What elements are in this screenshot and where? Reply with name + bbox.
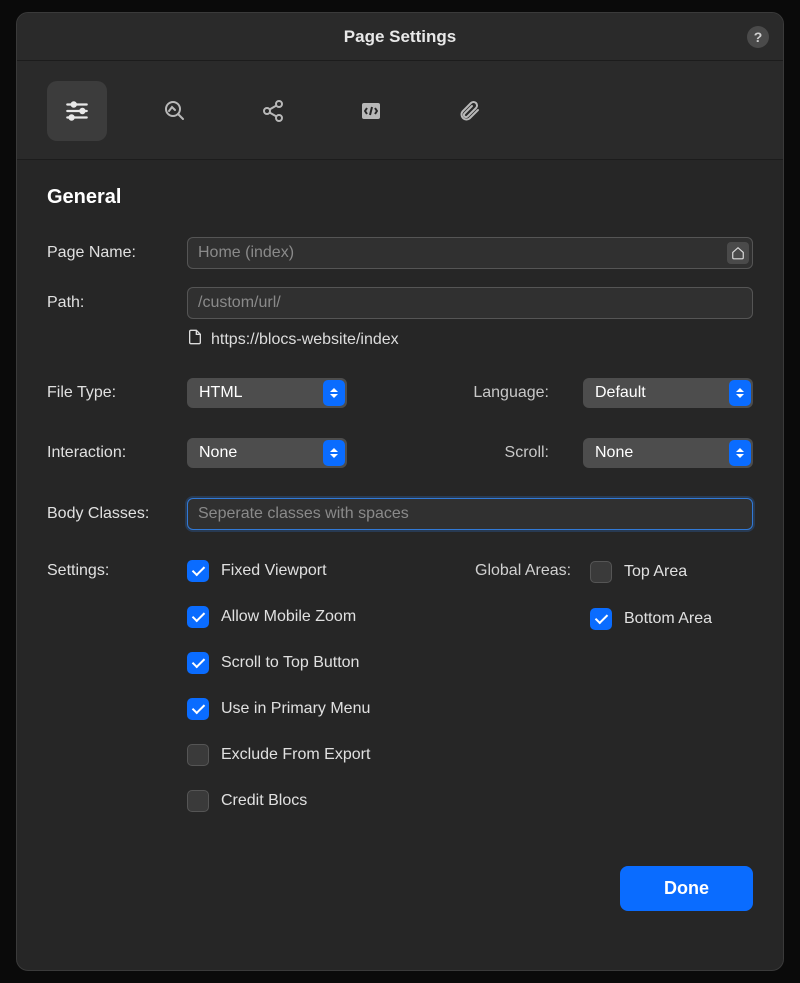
- content: General Page Name: Path: https://blocs-w…: [17, 160, 783, 970]
- url-preview: https://blocs-website/index: [211, 331, 399, 349]
- label-language: Language:: [473, 384, 549, 402]
- label-allow-mobile-zoom: Allow Mobile Zoom: [221, 608, 356, 626]
- page-name-input[interactable]: [187, 237, 753, 269]
- code-icon: [359, 99, 383, 123]
- label-fixed-viewport: Fixed Viewport: [221, 562, 327, 580]
- home-icon[interactable]: [727, 242, 749, 264]
- dialog-title: Page Settings: [344, 27, 456, 47]
- tab-list: [17, 61, 783, 160]
- label-top-area: Top Area: [624, 563, 687, 581]
- chevron-updown-icon: [729, 380, 751, 406]
- checkbox-exclude-from-export[interactable]: [187, 744, 209, 766]
- checkbox-allow-mobile-zoom[interactable]: [187, 606, 209, 628]
- checkbox-top-area[interactable]: [590, 561, 612, 583]
- file-type-select[interactable]: HTML: [187, 378, 347, 408]
- label-body-classes: Body Classes:: [47, 505, 187, 523]
- page-settings-dialog: Page Settings ?: [16, 12, 784, 971]
- tab-seo[interactable]: [145, 81, 205, 141]
- titlebar: Page Settings ?: [17, 13, 783, 61]
- tab-attachments[interactable]: [439, 81, 499, 141]
- label-path: Path:: [47, 294, 187, 312]
- label-scroll: Scroll:: [505, 444, 549, 462]
- help-button[interactable]: ?: [747, 26, 769, 48]
- chevron-updown-icon: [729, 440, 751, 466]
- label-scroll-to-top: Scroll to Top Button: [221, 654, 359, 672]
- tab-general[interactable]: [47, 81, 107, 141]
- interaction-select[interactable]: None: [187, 438, 347, 468]
- label-exclude-from-export: Exclude From Export: [221, 746, 370, 764]
- label-settings: Settings:: [47, 560, 187, 580]
- label-bottom-area: Bottom Area: [624, 610, 712, 628]
- path-input[interactable]: [187, 287, 753, 319]
- label-file-type: File Type:: [47, 384, 187, 402]
- sliders-icon: [64, 98, 90, 124]
- checkbox-bottom-area[interactable]: [590, 608, 612, 630]
- share-icon: [261, 99, 285, 123]
- tab-code[interactable]: [341, 81, 401, 141]
- label-global-areas: Global Areas:: [475, 560, 590, 582]
- label-credit-blocs: Credit Blocs: [221, 792, 307, 810]
- checkbox-use-in-primary-menu[interactable]: [187, 698, 209, 720]
- label-use-in-primary-menu: Use in Primary Menu: [221, 700, 370, 718]
- checkbox-credit-blocs[interactable]: [187, 790, 209, 812]
- label-interaction: Interaction:: [47, 444, 187, 462]
- search-analytics-icon: [163, 99, 187, 123]
- section-title: General: [47, 186, 753, 209]
- paperclip-icon: [457, 99, 481, 123]
- chevron-updown-icon: [323, 380, 345, 406]
- scroll-select[interactable]: None: [583, 438, 753, 468]
- done-button[interactable]: Done: [620, 866, 753, 911]
- label-page-name: Page Name:: [47, 244, 187, 262]
- checkbox-scroll-to-top[interactable]: [187, 652, 209, 674]
- body-classes-input[interactable]: [187, 498, 753, 530]
- language-select[interactable]: Default: [583, 378, 753, 408]
- file-icon: [187, 329, 203, 350]
- checkbox-fixed-viewport[interactable]: [187, 560, 209, 582]
- tab-social[interactable]: [243, 81, 303, 141]
- chevron-updown-icon: [323, 440, 345, 466]
